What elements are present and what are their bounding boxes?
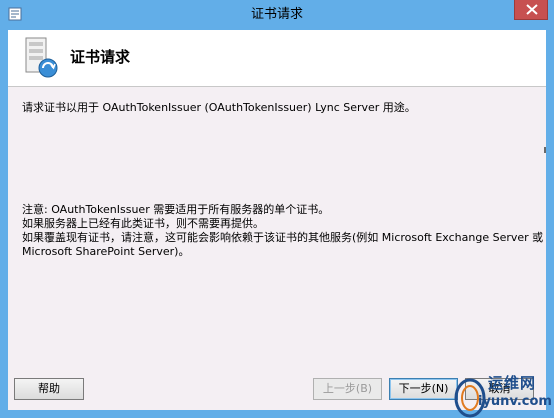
help-button[interactable]: 帮助: [14, 378, 84, 400]
note-line: 如果覆盖现有证书，请注意，这可能会影响依赖于该证书的其他服务(例如 Micros…: [22, 231, 544, 244]
header-panel: 证书请求: [8, 30, 546, 87]
close-button[interactable]: [514, 0, 548, 20]
close-icon: [526, 4, 538, 15]
prev-button[interactable]: 上一步(B): [313, 378, 382, 400]
notes-block: 注意: OAuthTokenIssuer 需要适用于所有服务器的单个证书。 如果…: [22, 203, 543, 259]
note-line: 注意: OAuthTokenIssuer 需要适用于所有服务器的单个证书。: [22, 203, 330, 216]
watermark-text-top: 运维网: [488, 374, 537, 392]
window-title: 证书请求: [250, 7, 303, 22]
content-panel: 请求证书以用于 OAuthTokenIssuer (OAuthTokenIssu…: [8, 87, 546, 353]
dialog-window: 证书请求 证书请求 请求证书以用于 OAuthTokenIssuer (OAut…: [0, 0, 554, 418]
note-line: 如果服务器上已经有此类证书，则不需要再提供。: [22, 217, 264, 230]
note-line: Microsoft SharePoint Server)。: [22, 245, 190, 258]
watermark-text-bottom: iyunv.com: [478, 394, 552, 409]
request-description: 请求证书以用于 OAuthTokenIssuer (OAuthTokenIssu…: [22, 101, 416, 114]
header-title: 证书请求: [70, 48, 131, 66]
dialog-client-area: 证书请求 请求证书以用于 OAuthTokenIssuer (OAuthToke…: [8, 30, 546, 410]
scroll-indicator: [544, 147, 546, 153]
title-bar[interactable]: 证书请求: [0, 0, 554, 30]
certificate-server-icon: [25, 37, 58, 78]
